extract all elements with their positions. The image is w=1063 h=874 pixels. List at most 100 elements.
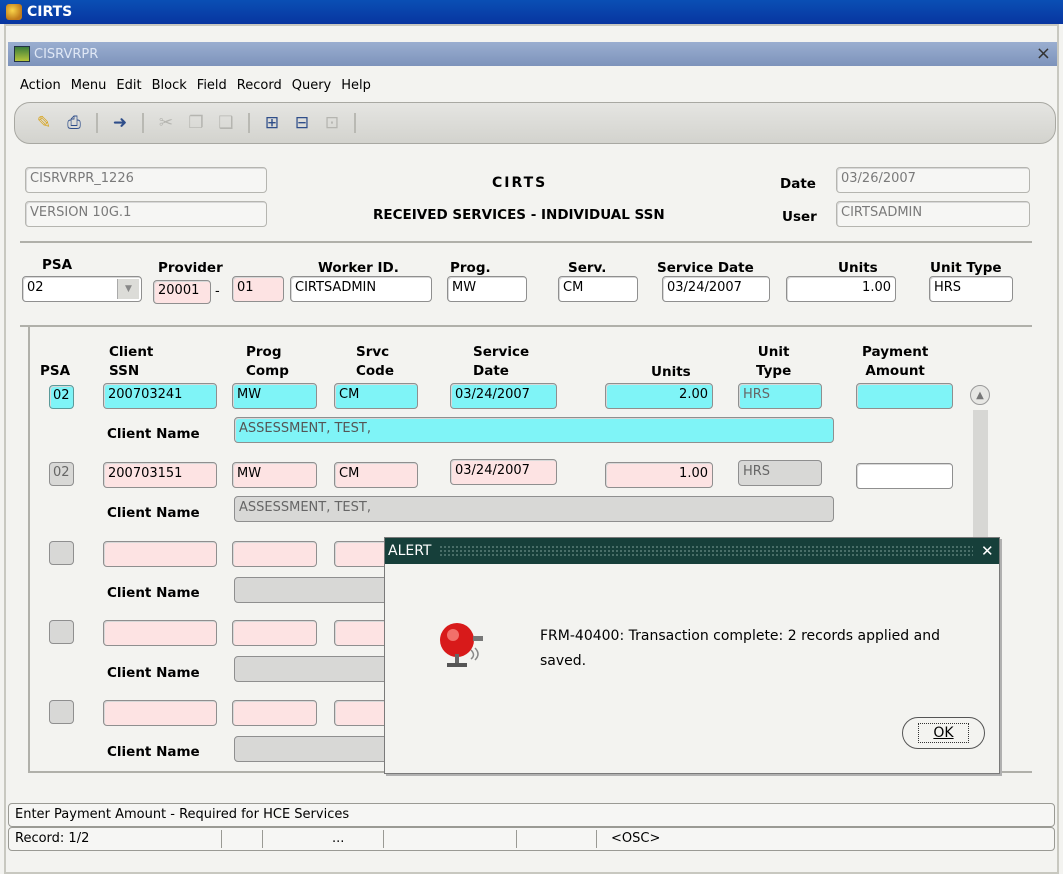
row1-units[interactable]: 2.00 [605, 383, 713, 409]
row1-payment-amount[interactable] [856, 383, 953, 409]
alarm-bell-icon [440, 623, 483, 667]
status-line: Record: 1/2 ... <OSC> [8, 827, 1055, 851]
row1-service-date[interactable]: 03/24/2007 [450, 383, 557, 409]
user-label: User [782, 209, 817, 225]
row2-srvc-code[interactable]: CM [334, 462, 418, 488]
divider [20, 325, 1032, 327]
col-service-date: Service Date [473, 344, 530, 379]
close-icon[interactable]: × [1036, 43, 1051, 64]
row4-client-name-label: Client Name [107, 665, 200, 681]
units-label: Units [838, 260, 878, 276]
copy-icon[interactable]: ❐ [185, 112, 207, 134]
row3-psa[interactable] [49, 541, 74, 565]
row3-client-name-label: Client Name [107, 585, 200, 601]
mode-indicator: <OSC> [611, 831, 661, 846]
ok-button[interactable]: OK [902, 717, 985, 749]
worker-label: Worker ID. [318, 260, 399, 276]
form-id-field: CISRVRPR_1226 [25, 167, 267, 193]
row3-client-ssn[interactable] [103, 541, 217, 567]
status-separator [596, 830, 597, 848]
row2-client-ssn[interactable]: 200703151 [103, 462, 217, 488]
row5-client-ssn[interactable] [103, 700, 217, 726]
row4-client-ssn[interactable] [103, 620, 217, 646]
toolbar-separator [142, 113, 144, 133]
menu-action[interactable]: Action [20, 78, 61, 93]
provider-suffix-field[interactable]: 01 [232, 276, 284, 302]
screen-title: RECEIVED SERVICES - INDIVIDUAL SSN [373, 207, 665, 223]
form-title: CISRVRPR [34, 46, 99, 62]
row4-client-name[interactable] [234, 656, 394, 682]
row5-psa[interactable] [49, 700, 74, 724]
row2-client-name-label: Client Name [107, 505, 200, 521]
row1-psa[interactable]: 02 [49, 385, 74, 409]
exit-icon[interactable]: ➜ [109, 112, 131, 134]
prog-field[interactable]: MW [447, 276, 527, 302]
serv-field[interactable]: CM [558, 276, 638, 302]
app-title: CIRTS [27, 4, 73, 20]
row1-unit-type[interactable]: HRS [738, 383, 822, 409]
service-date-field[interactable]: 03/24/2007 [662, 276, 770, 302]
col-psa: PSA [40, 363, 71, 379]
col-srvc-code: Srvc Code [356, 344, 395, 379]
row2-units[interactable]: 1.00 [605, 462, 713, 488]
row2-service-date[interactable]: 03/24/2007 [450, 459, 557, 485]
form-titlebar: CISRVRPR × [8, 42, 1057, 66]
worker-id-field[interactable]: CIRTSADMIN [290, 276, 432, 302]
row2-unit-type[interactable]: HRS [738, 460, 822, 486]
provider-label: Provider [158, 260, 223, 276]
col-payment-amount: Payment Amount [862, 344, 929, 379]
row1-client-ssn[interactable]: 200703241 [103, 383, 217, 409]
record-indicator: Record: 1/2 [15, 831, 90, 846]
row5-client-name[interactable] [234, 736, 394, 762]
row5-prog-comp[interactable] [232, 700, 317, 726]
app-titlebar: CIRTS [0, 0, 1063, 24]
cut-icon[interactable]: ✂ [155, 112, 177, 134]
alert-message: FRM-40400: Transaction complete: 2 recor… [540, 628, 940, 669]
grid-left-border [28, 326, 30, 772]
unit-type-field[interactable]: HRS [929, 276, 1013, 302]
print-icon[interactable]: ⎙ [63, 112, 85, 134]
menu-edit[interactable]: Edit [116, 78, 141, 93]
paste-icon[interactable]: ❑ [215, 112, 237, 134]
toolbar-separator [96, 113, 98, 133]
col-units: Units [651, 364, 691, 380]
ok-button-label: OK [918, 723, 969, 743]
row2-payment-amount[interactable] [856, 463, 953, 489]
row1-client-name[interactable]: ASSESSMENT, TEST, [234, 417, 834, 443]
row4-prog-comp[interactable] [232, 620, 317, 646]
menu-block[interactable]: Block [152, 78, 187, 93]
delete-record-icon[interactable]: ⊟ [291, 112, 313, 134]
scroll-up-icon[interactable]: ▲ [970, 385, 990, 405]
row1-prog-comp[interactable]: MW [232, 383, 317, 409]
row3-client-name[interactable] [234, 577, 394, 603]
col-prog-comp: Prog Comp [246, 344, 289, 379]
row4-psa[interactable] [49, 620, 74, 644]
units-field[interactable]: 1.00 [786, 276, 896, 302]
menu-help[interactable]: Help [341, 78, 371, 93]
menu-query[interactable]: Query [292, 78, 332, 93]
row3-prog-comp[interactable] [232, 541, 317, 567]
save-icon[interactable]: ✎ [33, 112, 55, 134]
clear-record-icon[interactable]: ⊡ [321, 112, 343, 134]
chevron-down-icon[interactable]: ▼ [117, 279, 139, 299]
menu-menu[interactable]: Menu [71, 78, 107, 93]
prog-label: Prog. [450, 260, 491, 276]
row1-srvc-code[interactable]: CM [334, 383, 418, 409]
psa-select-value: 02 [27, 280, 44, 295]
system-title: CIRTS [492, 175, 548, 191]
alert-titlebar-texture [439, 545, 973, 557]
row2-prog-comp[interactable]: MW [232, 462, 317, 488]
status-bar: Enter Payment Amount - Required for HCE … [8, 803, 1055, 855]
close-icon[interactable]: ✕ [981, 542, 999, 560]
form-icon [14, 46, 30, 62]
row2-client-name[interactable]: ASSESSMENT, TEST, [234, 496, 834, 522]
insert-record-icon[interactable]: ⊞ [261, 112, 283, 134]
menu-field[interactable]: Field [197, 78, 227, 93]
menu-record[interactable]: Record [237, 78, 282, 93]
status-hint: Enter Payment Amount - Required for HCE … [8, 803, 1055, 827]
provider-field[interactable]: 20001 [153, 280, 211, 304]
user-field: CIRTSADMIN [836, 201, 1030, 227]
version-field: VERSION 10G.1 [25, 201, 267, 227]
row2-psa[interactable]: 02 [49, 462, 74, 486]
unit-type-label: Unit Type [930, 260, 1002, 276]
